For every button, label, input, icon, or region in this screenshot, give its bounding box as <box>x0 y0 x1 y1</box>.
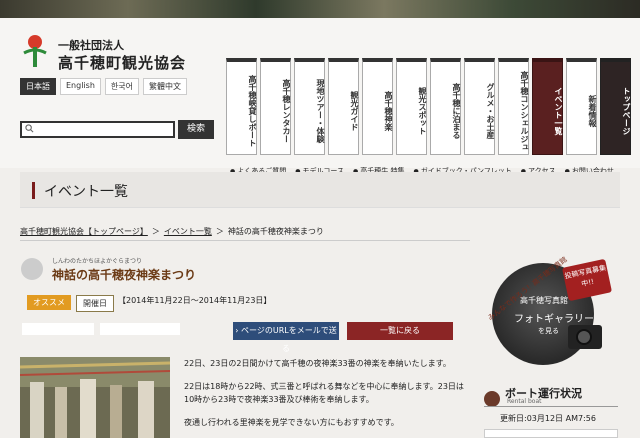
nav-tab-events[interactable]: イベント一覧 <box>532 58 563 155</box>
event-icon <box>21 258 43 280</box>
nav-tab-news[interactable]: 新着情報 <box>566 58 597 155</box>
site-header: 一般社団法人 高千穂町観光協会 日本語 English 한국어 繁體中文 検索 … <box>0 18 640 175</box>
event-description-1: 22日、23日の2日間かけて高千穂の夜神楽33番の神楽を奉納いたします。 <box>184 359 451 368</box>
search-icon <box>25 124 34 133</box>
event-title-ruby: しんわのたかちほよかぐらまつり <box>52 258 143 265</box>
event-dates: 【2014年11月22日～2014年11月23日】 <box>118 296 272 305</box>
nav-tab-tours[interactable]: 現地ツアー・体験 <box>294 58 325 155</box>
boat-status-updated: 更新日:03月12日 AM7:56 <box>500 414 596 423</box>
logo-icon[interactable] <box>22 33 48 69</box>
breadcrumb-events[interactable]: イベント一覧 <box>164 226 212 237</box>
recommend-badge: オススメ <box>27 295 71 310</box>
title-accent-bar <box>32 182 35 199</box>
lang-chinese[interactable]: 繁體中文 <box>142 78 187 95</box>
status-badge: 開催日 <box>76 295 114 312</box>
header-banner-image <box>0 0 640 18</box>
boat-status-box <box>484 429 618 438</box>
divider <box>484 406 618 407</box>
page-title: イベント一覧 <box>44 184 128 200</box>
banner-line-1: 高千穂写真館 <box>520 296 568 305</box>
nav-tab-boat[interactable]: 高千穂峡貸しボート <box>226 58 257 155</box>
org-subtitle: 一般社団法人 <box>58 39 124 52</box>
breadcrumb-separator: ＞ <box>215 227 224 236</box>
lang-english[interactable]: English <box>60 78 101 95</box>
boat-icon <box>484 391 500 407</box>
nav-tab-stay[interactable]: 高千穂に泊まる <box>430 58 461 155</box>
back-to-list-button[interactable]: 一覧に戻る <box>347 322 453 340</box>
event-photo <box>20 357 170 438</box>
nav-tab-gourmet[interactable]: グルメ・お土産 <box>464 58 495 155</box>
breadcrumb: 高千穂町観光協会【トップページ】 ＞ イベント一覧 ＞ 神話の高千穂夜神楽まつり <box>20 226 324 237</box>
boat-status-subtitle: Rental boat <box>507 398 542 405</box>
page-title-bar: イベント一覧 <box>20 172 620 208</box>
nav-tab-guide[interactable]: 観光ガイド <box>328 58 359 155</box>
camera-lens-icon <box>576 329 592 345</box>
event-description-3: 夜通し行われる里神楽を見学できない方にもおすすめです。 <box>184 418 399 427</box>
banner-line-3: を見る <box>538 327 559 335</box>
share-placeholder <box>22 323 94 335</box>
banner-line-2: フォトギャラリー <box>514 314 594 325</box>
main-nav: 高千穂峡貸しボート 高千穂レンタカー 現地ツアー・体験 観光ガイド 高千穂神楽 … <box>226 58 631 155</box>
lang-japanese[interactable]: 日本語 <box>20 78 56 95</box>
lang-korean[interactable]: 한국어 <box>104 78 139 95</box>
org-name[interactable]: 高千穂町観光協会 <box>58 52 186 73</box>
search-input[interactable] <box>20 121 175 138</box>
event-title: 神話の高千穂夜神楽まつり <box>52 268 197 282</box>
nav-tab-kagura[interactable]: 高千穂神楽 <box>362 58 393 155</box>
nav-tab-rentacar[interactable]: 高千穂レンタカー <box>260 58 291 155</box>
email-url-button[interactable]: › ページのURLをメールで送る <box>233 322 339 353</box>
banner-badge: 投稿写真募集中!! <box>561 258 613 302</box>
share-placeholder <box>100 323 180 335</box>
photo-gallery-banner[interactable]: みんなで作ろう！高千穂写真館 高千穂写真館 フォトギャラリー を見る 投稿写真募… <box>482 255 617 371</box>
nav-tab-concierge[interactable]: 高千穂コンシェルジュ <box>498 58 529 155</box>
divider <box>20 240 470 241</box>
event-description-2: 22日は18時から22時、式三番と呼ばれる舞などを中心に奉納します。23日は10… <box>184 382 464 404</box>
nav-tab-spots[interactable]: 観光スポット <box>396 58 427 155</box>
breadcrumb-home[interactable]: 高千穂町観光協会【トップページ】 <box>20 226 148 237</box>
breadcrumb-separator: ＞ <box>151 227 160 236</box>
nav-tab-top[interactable]: トップページ <box>600 58 631 155</box>
language-switcher: 日本語 English 한국어 繁體中文 <box>20 78 187 95</box>
search-button[interactable]: 検索 <box>178 120 214 139</box>
breadcrumb-current: 神話の高千穂夜神楽まつり <box>227 227 324 236</box>
